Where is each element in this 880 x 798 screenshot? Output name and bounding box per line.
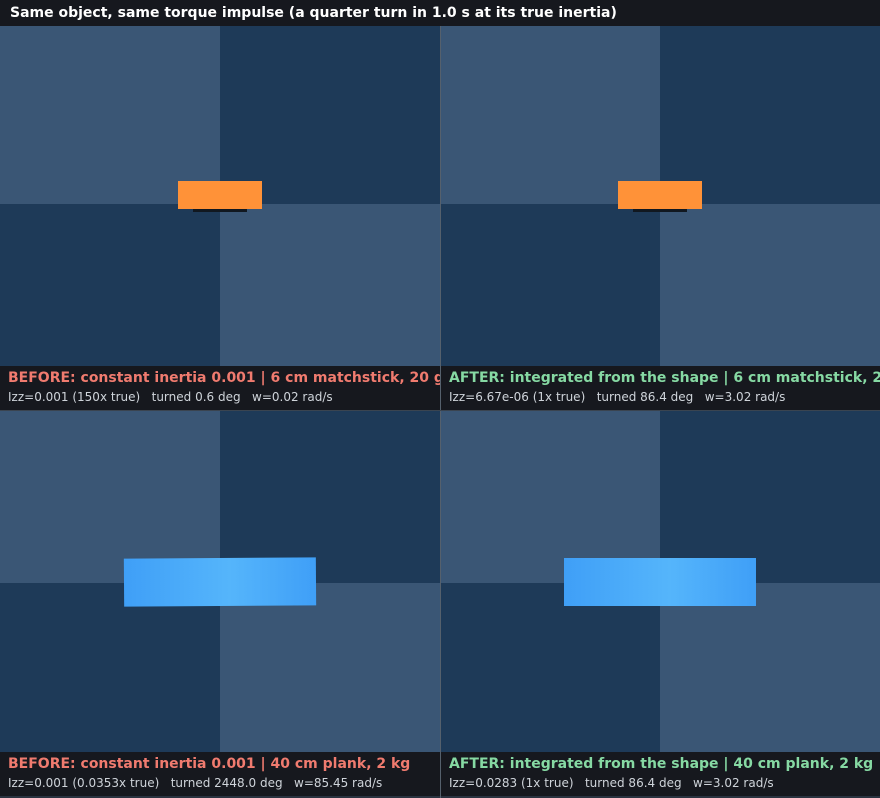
horizontal-divider [0, 410, 880, 411]
matchstick-object [618, 181, 702, 209]
checker-tile [660, 26, 880, 204]
panel-stats: Izz=0.001 (150x true) turned 0.6 deg w=0… [8, 390, 333, 404]
checker-tile [0, 204, 220, 366]
panel-caption: BEFORE: constant inertia 0.001 | 40 cm p… [0, 752, 440, 796]
checker-tile [441, 26, 660, 204]
panel-title: BEFORE: constant inertia 0.001 | 40 cm p… [8, 756, 411, 772]
checker-tile [441, 583, 660, 752]
plank-object [564, 558, 756, 606]
panel-caption: BEFORE: constant inertia 0.001 | 6 cm ma… [0, 366, 440, 410]
panel-title: BEFORE: constant inertia 0.001 | 6 cm ma… [8, 370, 440, 386]
checker-tile [220, 583, 440, 752]
checker-tile [220, 204, 440, 366]
checker-tile [660, 204, 880, 366]
checker-tile [0, 583, 220, 752]
panel-before-matchstick: BEFORE: constant inertia 0.001 | 6 cm ma… [0, 26, 440, 410]
panel-title: AFTER: integrated from the shape | 6 cm … [449, 370, 880, 386]
page-title: Same object, same torque impulse (a quar… [0, 0, 880, 26]
panel-title: AFTER: integrated from the shape | 40 cm… [449, 756, 874, 772]
object-shadow [633, 209, 687, 212]
panel-stats: Izz=6.67e-06 (1x true) turned 86.4 deg w… [449, 390, 786, 404]
checker-tile [220, 26, 440, 204]
checker-tile [441, 204, 660, 366]
panel-stats: Izz=0.0283 (1x true) turned 86.4 deg w=3… [449, 776, 774, 790]
checker-tile [0, 411, 220, 583]
panel-before-plank: BEFORE: constant inertia 0.001 | 40 cm p… [0, 411, 440, 798]
panel-after-plank: AFTER: integrated from the shape | 40 cm… [441, 411, 880, 798]
panel-stats: Izz=0.001 (0.0353x true) turned 2448.0 d… [8, 776, 383, 790]
object-shadow [193, 209, 247, 212]
matchstick-object [178, 181, 262, 209]
panel-after-matchstick: AFTER: integrated from the shape | 6 cm … [441, 26, 880, 410]
panel-caption: AFTER: integrated from the shape | 40 cm… [441, 752, 880, 796]
panel-caption: AFTER: integrated from the shape | 6 cm … [441, 366, 880, 410]
checker-tile [0, 26, 220, 204]
checker-tile [660, 583, 880, 752]
vertical-divider [440, 26, 441, 798]
plank-object [123, 557, 317, 607]
